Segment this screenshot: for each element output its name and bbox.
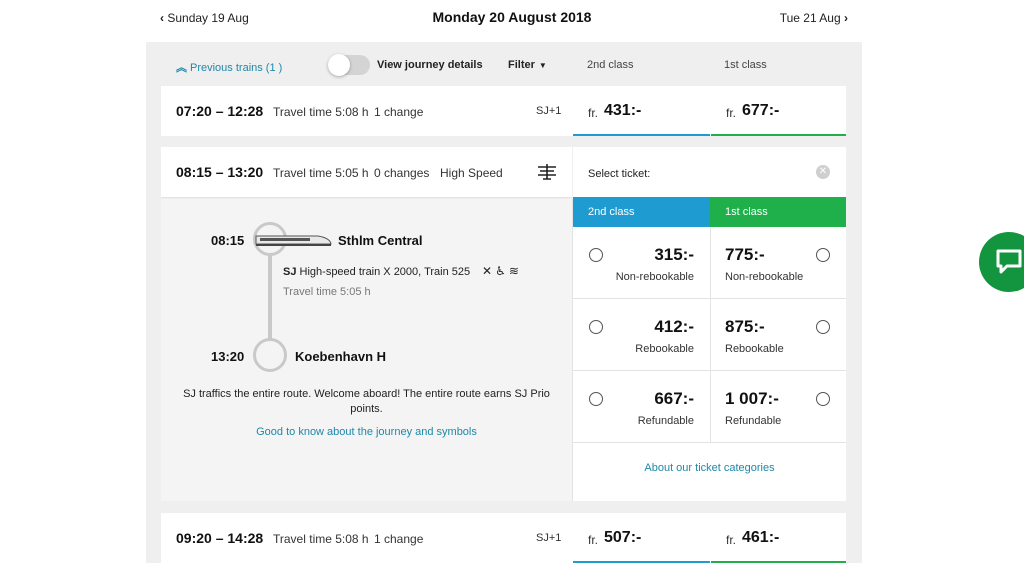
ticket-option-2nd-nonrebookable[interactable]: 315:- Non-rebookable xyxy=(573,227,710,299)
departure-station: Sthlm Central xyxy=(338,233,423,248)
departure-time: 08:15 xyxy=(211,233,245,248)
route-info: SJ traffics the entire route. Welcome ab… xyxy=(183,388,550,415)
price-2nd-class[interactable]: fr. 507:- xyxy=(573,513,710,563)
ticket-price: 775:- xyxy=(725,245,765,264)
wifi-icon: ≋ xyxy=(508,264,522,278)
radio-button[interactable] xyxy=(589,248,603,262)
travel-time: Travel time 5:08 h xyxy=(273,105,369,119)
previous-trains-link[interactable]: ︽ Previous trains (1 ) xyxy=(176,59,282,75)
ticket-price: 412:- xyxy=(654,317,694,336)
ticket-option-1st-nonrebookable[interactable]: 775:- Non-rebookable xyxy=(710,227,846,299)
ticket-categories-link[interactable]: About our ticket categories xyxy=(573,462,846,474)
travel-time-detail: Travel time 5:05 h xyxy=(283,286,371,298)
divider xyxy=(161,197,572,198)
journey-times: 09:20 – 14:28 xyxy=(176,530,264,546)
ticket-label: Refundable xyxy=(725,415,782,427)
select-ticket-label: Select ticket: xyxy=(588,168,651,180)
column-2nd-class: 2nd class xyxy=(587,59,634,71)
caret-down-icon: ▼ xyxy=(538,61,547,70)
train-info: SJ High-speed train X 2000, Train 525 xyxy=(283,266,470,278)
toggle-knob xyxy=(328,54,350,76)
arrival-time: 13:20 xyxy=(211,349,245,364)
travel-time: Travel time 5:05 h xyxy=(273,166,369,180)
radio-button[interactable] xyxy=(816,392,830,406)
ticket-label: Non-rebookable xyxy=(725,271,804,283)
next-day-link[interactable]: Tue 21 Aug › xyxy=(780,11,848,25)
tab-2nd-class[interactable]: 2nd class xyxy=(573,197,710,227)
sj-logo-icon xyxy=(538,164,556,180)
price-prefix: fr. xyxy=(588,533,599,547)
ticket-label: Rebookable xyxy=(725,343,784,355)
close-icon[interactable]: ✕ xyxy=(816,165,830,179)
filter-label: Filter xyxy=(508,59,535,71)
operator: SJ+1 xyxy=(536,532,562,544)
price-prefix: fr. xyxy=(588,106,599,120)
price-2nd-class[interactable]: fr. 431:- xyxy=(573,86,710,136)
price-amount: 507:- xyxy=(604,529,642,546)
previous-trains-label: Previous trains (1 ) xyxy=(190,62,283,74)
radio-button[interactable] xyxy=(816,248,830,262)
chat-button[interactable] xyxy=(979,232,1024,292)
arrival-stop-icon xyxy=(253,338,287,372)
column-divider xyxy=(710,227,711,443)
ticket-option-2nd-rebookable[interactable]: 412:- Rebookable xyxy=(573,299,710,371)
ticket-price: 1 007:- xyxy=(725,389,779,408)
operator: SJ+1 xyxy=(536,105,562,117)
date-navigation: ‹ Sunday 19 Aug Monday 20 August 2018 Tu… xyxy=(0,0,1024,40)
ticket-option-1st-rebookable[interactable]: 875:- Rebookable xyxy=(710,299,846,371)
price-prefix: fr. xyxy=(726,533,737,547)
train-operator: SJ xyxy=(283,266,297,278)
no-food-icon: ✕ xyxy=(482,264,496,278)
results-toolbar: ︽ Previous trains (1 ) View journey detai… xyxy=(146,42,862,88)
ticket-price: 667:- xyxy=(654,389,694,408)
journey-times: 07:20 – 12:28 xyxy=(176,103,264,119)
ticket-price: 315:- xyxy=(654,245,694,264)
amenities: ✕♿≋ xyxy=(482,264,522,278)
train-icon xyxy=(255,235,332,246)
ticket-label: Refundable xyxy=(637,415,694,427)
double-chevron-up-icon: ︽ xyxy=(176,62,187,74)
ticket-label: Rebookable xyxy=(635,343,694,355)
wheelchair-icon: ♿ xyxy=(495,264,509,278)
chat-bubble-icon xyxy=(996,249,1022,274)
tab-1st-class[interactable]: 1st class xyxy=(710,197,846,227)
journey-row-expanded[interactable]: 08:15 – 13:20 Travel time 5:05 h 0 chang… xyxy=(161,147,572,197)
price-prefix: fr. xyxy=(726,106,737,120)
radio-button[interactable] xyxy=(589,320,603,334)
price-1st-class[interactable]: fr. 677:- xyxy=(711,86,846,136)
journey-times: 08:15 – 13:20 xyxy=(176,164,264,180)
train-type: High Speed xyxy=(440,166,503,180)
column-1st-class: 1st class xyxy=(724,59,767,71)
changes: 1 change xyxy=(374,105,424,119)
good-to-know-link[interactable]: Good to know about the journey and symbo… xyxy=(161,426,572,438)
current-date: Monday 20 August 2018 xyxy=(432,9,592,25)
section-divider xyxy=(572,199,573,501)
price-amount: 677:- xyxy=(742,102,780,119)
travel-time: Travel time 5:08 h xyxy=(273,532,369,546)
filter-dropdown[interactable]: Filter ▼ xyxy=(508,59,547,71)
arrival-station: Koebenhavn H xyxy=(295,349,387,364)
view-details-label: View journey details xyxy=(377,59,483,71)
chevron-right-icon: › xyxy=(844,11,848,25)
next-day-label: Tue 21 Aug xyxy=(779,11,841,25)
ticket-option-1st-refundable[interactable]: 1 007:- Refundable xyxy=(710,371,846,443)
view-details-toggle[interactable] xyxy=(328,54,370,76)
ticket-label: Non-rebookable xyxy=(615,271,694,283)
price-amount: 461:- xyxy=(742,529,780,546)
changes: 1 change xyxy=(374,532,424,546)
price-1st-class[interactable]: fr. 461:- xyxy=(711,513,846,563)
ticket-option-2nd-refundable[interactable]: 667:- Refundable xyxy=(573,371,710,443)
ticket-price: 875:- xyxy=(725,317,765,336)
radio-button[interactable] xyxy=(816,320,830,334)
changes: 0 changes xyxy=(374,166,430,180)
train-description: High-speed train X 2000, Train 525 xyxy=(299,266,471,278)
price-amount: 431:- xyxy=(604,102,642,119)
radio-button[interactable] xyxy=(589,392,603,406)
